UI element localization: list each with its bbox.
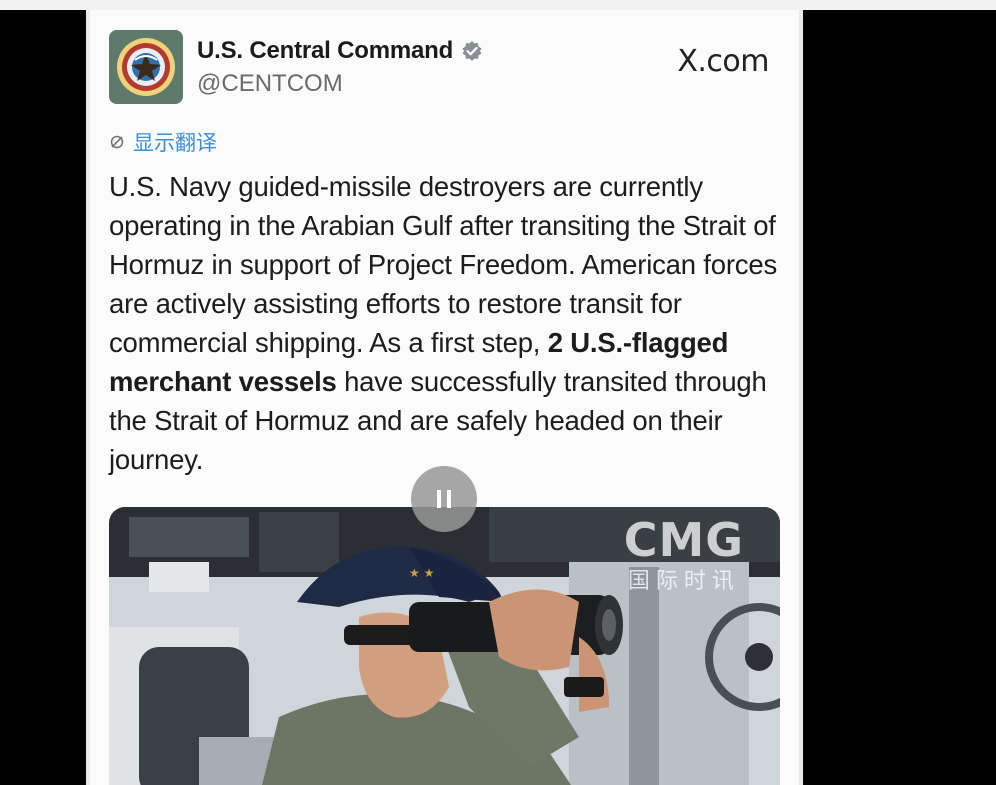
tweet-text: U.S. Navy guided-missile destroyers are … xyxy=(109,167,779,479)
tweet-card: U.S. Central Command @CENTCOM X.com 显示翻译… xyxy=(86,10,803,785)
author-name[interactable]: U.S. Central Command xyxy=(197,37,453,65)
pause-button[interactable] xyxy=(411,466,477,532)
author-handle[interactable]: @CENTCOM xyxy=(197,70,343,98)
top-strip xyxy=(0,0,996,10)
pause-icon-bar xyxy=(447,490,451,508)
watermark-subtitle: 国际时讯 xyxy=(627,569,740,594)
card-left-edge xyxy=(86,10,90,785)
video-watermark: CMG 国际时讯 xyxy=(624,517,744,595)
translate-link[interactable]: 显示翻译 xyxy=(109,127,217,157)
translate-icon xyxy=(110,135,124,149)
translate-label[interactable]: 显示翻译 xyxy=(133,127,217,157)
avatar[interactable] xyxy=(109,30,183,104)
verified-badge-icon xyxy=(462,41,482,61)
centcom-seal-icon xyxy=(109,30,183,104)
author-row: U.S. Central Command xyxy=(197,37,483,65)
svg-text:★ ★: ★ ★ xyxy=(409,566,434,580)
site-label: X.com xyxy=(677,44,769,79)
tweet-photo[interactable]: ★ ★ CMG 国际时讯 xyxy=(109,507,780,785)
card-right-edge xyxy=(799,10,803,785)
watermark-logo: CMG xyxy=(623,513,744,567)
pause-icon xyxy=(437,490,441,508)
